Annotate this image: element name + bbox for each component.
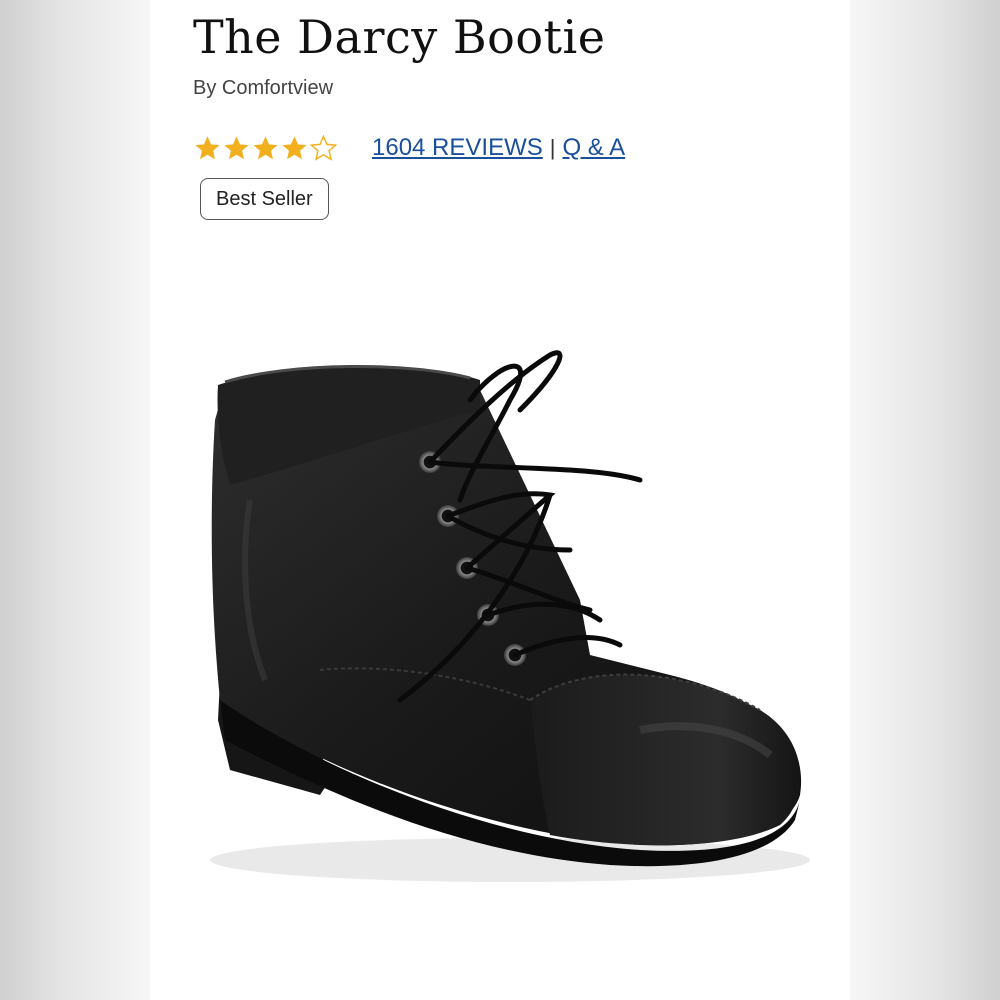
star-rating[interactable] xyxy=(193,131,338,165)
qa-link[interactable]: Q & A xyxy=(562,134,625,162)
star-full-icon xyxy=(253,135,278,159)
product-card: The Darcy Bootie By Comfortview 1604 REV… xyxy=(150,0,850,1000)
product-image[interactable] xyxy=(170,300,830,920)
star-empty-icon xyxy=(309,134,338,161)
link-separator: | xyxy=(549,135,556,160)
brand-byline[interactable]: By Comfortview xyxy=(193,77,333,100)
star-full-icon xyxy=(282,135,307,159)
best-seller-badge: Best Seller xyxy=(200,178,329,220)
stars-group xyxy=(193,134,338,163)
review-links: 1604 REVIEWS | Q & A xyxy=(372,131,625,165)
product-title: The Darcy Bootie xyxy=(193,10,606,64)
reviews-link[interactable]: 1604 REVIEWS xyxy=(372,134,543,162)
star-full-icon xyxy=(224,135,249,159)
star-full-icon xyxy=(195,135,220,159)
